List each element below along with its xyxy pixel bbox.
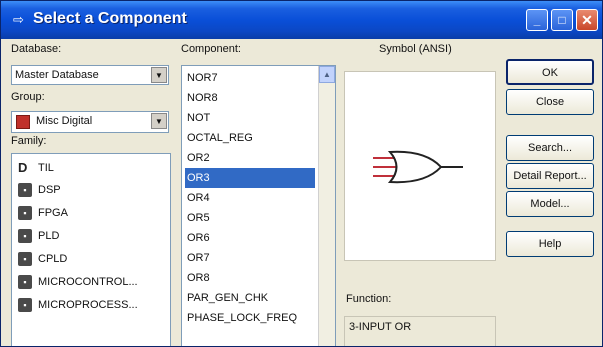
family-item-fpga[interactable]: ▪ FPGA — [18, 203, 170, 225]
group-value: Misc Digital — [36, 115, 93, 127]
chip-icon: ▪ — [18, 183, 32, 197]
list-item[interactable]: OCTAL_REG — [185, 128, 315, 148]
family-label: Family: — [11, 135, 47, 147]
help-button[interactable]: Help — [506, 231, 594, 257]
maximize-button[interactable]: □ — [551, 9, 573, 31]
list-item[interactable]: NOR7 — [185, 68, 315, 88]
list-item[interactable]: PHASE_LOCK_FREQ — [185, 308, 315, 328]
ok-button[interactable]: OK — [506, 59, 594, 85]
chevron-down-icon[interactable]: ▼ — [151, 67, 167, 83]
family-item-pld[interactable]: ▪ PLD — [18, 226, 170, 248]
component-list[interactable]: NOR7 NOR8 NOT OCTAL_REG OR2 OR3 OR4 OR5 … — [181, 65, 336, 346]
gate-icon: D — [18, 160, 28, 175]
database-select[interactable]: Master Database ▼ — [11, 65, 169, 85]
database-value: Master Database — [15, 69, 99, 81]
close-window-button[interactable]: ✕ — [576, 9, 598, 31]
symbol-preview — [344, 71, 496, 261]
chip-icon: ▪ — [18, 252, 32, 266]
group-label: Group: — [11, 91, 45, 103]
function-value: 3-INPUT OR — [349, 321, 412, 333]
close-button[interactable]: Close — [506, 89, 594, 115]
detail-report-button[interactable]: Detail Report... — [506, 163, 594, 189]
symbol-label: Symbol (ANSI) — [379, 43, 452, 55]
group-select[interactable]: Misc Digital ▼ — [11, 111, 169, 133]
scroll-up-icon[interactable]: ▲ — [319, 66, 335, 83]
chip-icon: ▪ — [18, 229, 32, 243]
list-item[interactable]: NOR8 — [185, 88, 315, 108]
select-component-dialog: ⇨ Select a Component _ □ ✕ Database: Mas… — [0, 0, 603, 347]
component-scrollbar[interactable]: ▲ — [318, 66, 335, 346]
window-title: Select a Component — [33, 10, 187, 27]
chevron-down-icon[interactable]: ▼ — [151, 113, 167, 129]
component-label: Component: — [181, 43, 241, 55]
misc-digital-icon — [16, 115, 30, 129]
title-bar[interactable]: ⇨ Select a Component _ □ ✕ — [1, 1, 602, 39]
list-item[interactable]: OR8 — [185, 268, 315, 288]
list-item[interactable]: NOT — [185, 108, 315, 128]
list-item[interactable]: OR7 — [185, 248, 315, 268]
list-item[interactable]: OR6 — [185, 228, 315, 248]
chip-icon: ▪ — [18, 298, 32, 312]
multisim-icon: ⇨ — [13, 12, 24, 27]
minimize-button[interactable]: _ — [526, 9, 548, 31]
family-item-dsp[interactable]: ▪ DSP — [18, 180, 170, 202]
function-label: Function: — [346, 293, 392, 305]
list-item[interactable]: OR2 — [185, 148, 315, 168]
family-item-til[interactable]: D TIL — [18, 158, 170, 180]
family-item-microcontrol[interactable]: ▪ MICROCONTROL... — [18, 272, 170, 294]
database-label: Database: — [11, 43, 62, 55]
search-button[interactable]: Search... — [506, 135, 594, 161]
list-item[interactable]: OR5 — [185, 208, 315, 228]
model-button[interactable]: Model... — [506, 191, 594, 217]
family-item-microprocess[interactable]: ▪ MICROPROCESS... — [18, 295, 170, 317]
list-item-selected[interactable]: OR3 — [185, 168, 315, 188]
family-item-cpld[interactable]: ▪ CPLD — [18, 249, 170, 271]
list-item[interactable]: OR4 — [185, 188, 315, 208]
or-gate-icon — [373, 150, 463, 184]
chip-icon: ▪ — [18, 275, 32, 289]
list-item[interactable]: PAR_GEN_CHK — [185, 288, 315, 308]
chip-icon: ▪ — [18, 206, 32, 220]
family-list[interactable]: D TIL ▪ DSP ▪ FPGA ▪ PLD ▪ CPLD ▪ MICROC… — [11, 153, 171, 346]
function-box: 3-INPUT OR — [344, 316, 496, 346]
